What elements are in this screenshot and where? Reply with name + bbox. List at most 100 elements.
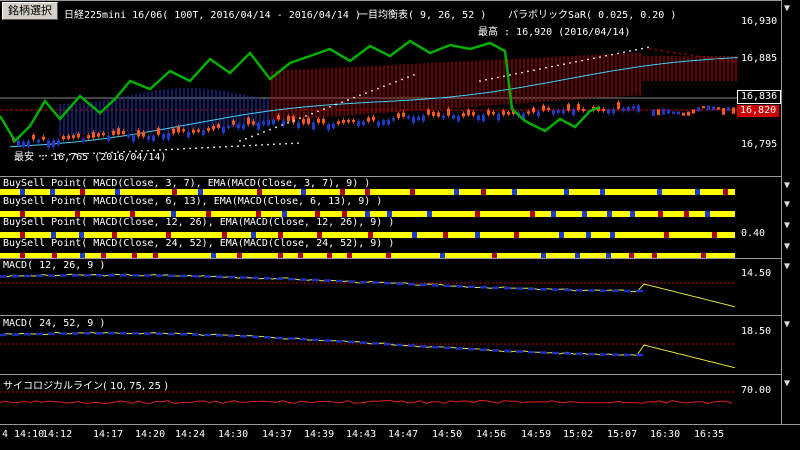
candle-body <box>277 115 280 120</box>
chevron-down-icon[interactable]: ▼ <box>784 319 790 330</box>
sar-dot <box>401 78 403 81</box>
macd-signal-segment <box>36 332 43 336</box>
macd-signal-segment <box>396 282 403 285</box>
candle-body <box>252 121 255 125</box>
chevron-down-icon[interactable]: ▼ <box>784 241 790 252</box>
macd-signal-segment <box>96 332 103 335</box>
macd-signal-segment <box>588 352 595 356</box>
chevron-down-icon[interactable]: ▼ <box>784 199 790 210</box>
buysell-marker <box>427 211 432 217</box>
sar-dot <box>383 85 385 88</box>
candle-body <box>197 129 200 132</box>
macd-signal-segment <box>36 274 43 278</box>
buysell-marker <box>198 189 203 195</box>
macd-signal-segment <box>48 332 55 336</box>
candle-body <box>627 106 630 111</box>
candle-body <box>727 107 730 111</box>
macd-signal-segment <box>324 339 331 342</box>
macd-signal-segment <box>72 332 79 335</box>
sar-dot <box>617 52 619 55</box>
sar-dot <box>279 143 281 145</box>
sar-dot <box>733 60 735 63</box>
chevron-down-icon[interactable]: ▼ <box>784 3 790 14</box>
macd-signal-segment <box>240 276 247 279</box>
candle-body <box>227 125 230 128</box>
high-label: 最高 : 16,920 (2016/04/14) <box>478 27 631 38</box>
sar-dot <box>503 75 505 78</box>
candle-body <box>142 131 145 137</box>
buysell-marker <box>684 211 689 217</box>
candle-body <box>122 130 125 135</box>
macd-signal-segment <box>348 340 355 344</box>
buysell-marker <box>712 232 717 238</box>
sar-dot <box>715 58 717 60</box>
candle-body <box>82 138 85 142</box>
macd-signal-segment <box>624 289 631 293</box>
sar-dot <box>389 83 391 85</box>
macd-signal-segment <box>492 286 499 289</box>
candle-body <box>127 134 130 138</box>
sar-dot <box>225 145 227 148</box>
buysell-marker <box>443 232 448 238</box>
macd2-panel[interactable] <box>0 315 781 375</box>
candle-body <box>682 112 685 116</box>
chevron-down-icon[interactable]: ▼ <box>784 378 790 389</box>
macd-signal-segment <box>324 279 331 282</box>
macd-signal-segment <box>360 341 367 344</box>
candle-body <box>567 104 570 111</box>
candle-body <box>402 112 405 117</box>
candle-body <box>507 112 510 115</box>
macd-signal-segment <box>276 336 283 340</box>
macd1-panel[interactable] <box>0 258 781 316</box>
macd-signal-segment <box>336 279 343 283</box>
sar-dot <box>267 143 269 146</box>
buysell-marker <box>559 232 564 238</box>
candle-body <box>607 109 610 114</box>
sar-dot <box>569 62 571 64</box>
sar-dot <box>243 144 245 147</box>
sar-dot <box>231 145 233 148</box>
sar-dot <box>491 77 493 80</box>
macd-signal-segment <box>600 353 607 356</box>
sar-dot <box>697 55 699 58</box>
candle-body <box>97 133 100 137</box>
chevron-down-icon[interactable]: ▼ <box>784 261 790 272</box>
macd-signal-segment <box>156 274 163 277</box>
macd-signal-segment <box>168 274 175 278</box>
buysell-marker <box>172 189 177 195</box>
sar-dot <box>679 52 681 55</box>
time-tick-label: 14:24 <box>175 429 206 440</box>
time-tick-label: 14:12 <box>42 429 73 440</box>
sar-dot <box>587 58 589 61</box>
sar-dot <box>311 112 313 115</box>
sar-dot <box>299 117 301 120</box>
main-scrollbar[interactable] <box>781 0 800 176</box>
chevron-down-icon[interactable]: ▼ <box>784 180 790 191</box>
candle-body <box>132 135 135 142</box>
candle-body <box>602 109 605 112</box>
time-tick-label: 15:07 <box>607 429 638 440</box>
chevron-down-icon[interactable]: ▼ <box>784 220 790 231</box>
sar-dot <box>703 56 705 58</box>
candle-body <box>317 118 320 123</box>
sar-dot <box>593 57 595 60</box>
candle-body <box>732 107 735 114</box>
sar-dot <box>171 148 173 151</box>
macd-signal-segment <box>528 350 535 354</box>
candle-body <box>27 140 30 147</box>
sar-dot <box>257 133 259 136</box>
macd-signal-segment <box>0 275 7 278</box>
candle-body <box>267 120 270 126</box>
sar-dot <box>353 96 355 99</box>
candle-body <box>447 108 450 116</box>
sar-dot <box>691 54 693 57</box>
symbol-select-button[interactable]: 銘柄選択 <box>2 2 58 20</box>
sar-dot <box>721 58 723 61</box>
macd-signal-segment <box>252 276 259 280</box>
candle-body <box>632 106 635 109</box>
macd-signal-segment <box>360 280 367 284</box>
sar-dot <box>647 46 649 49</box>
time-tick-label: 14:37 <box>262 429 293 440</box>
sar-dot <box>359 94 361 97</box>
candle-body <box>192 129 195 133</box>
